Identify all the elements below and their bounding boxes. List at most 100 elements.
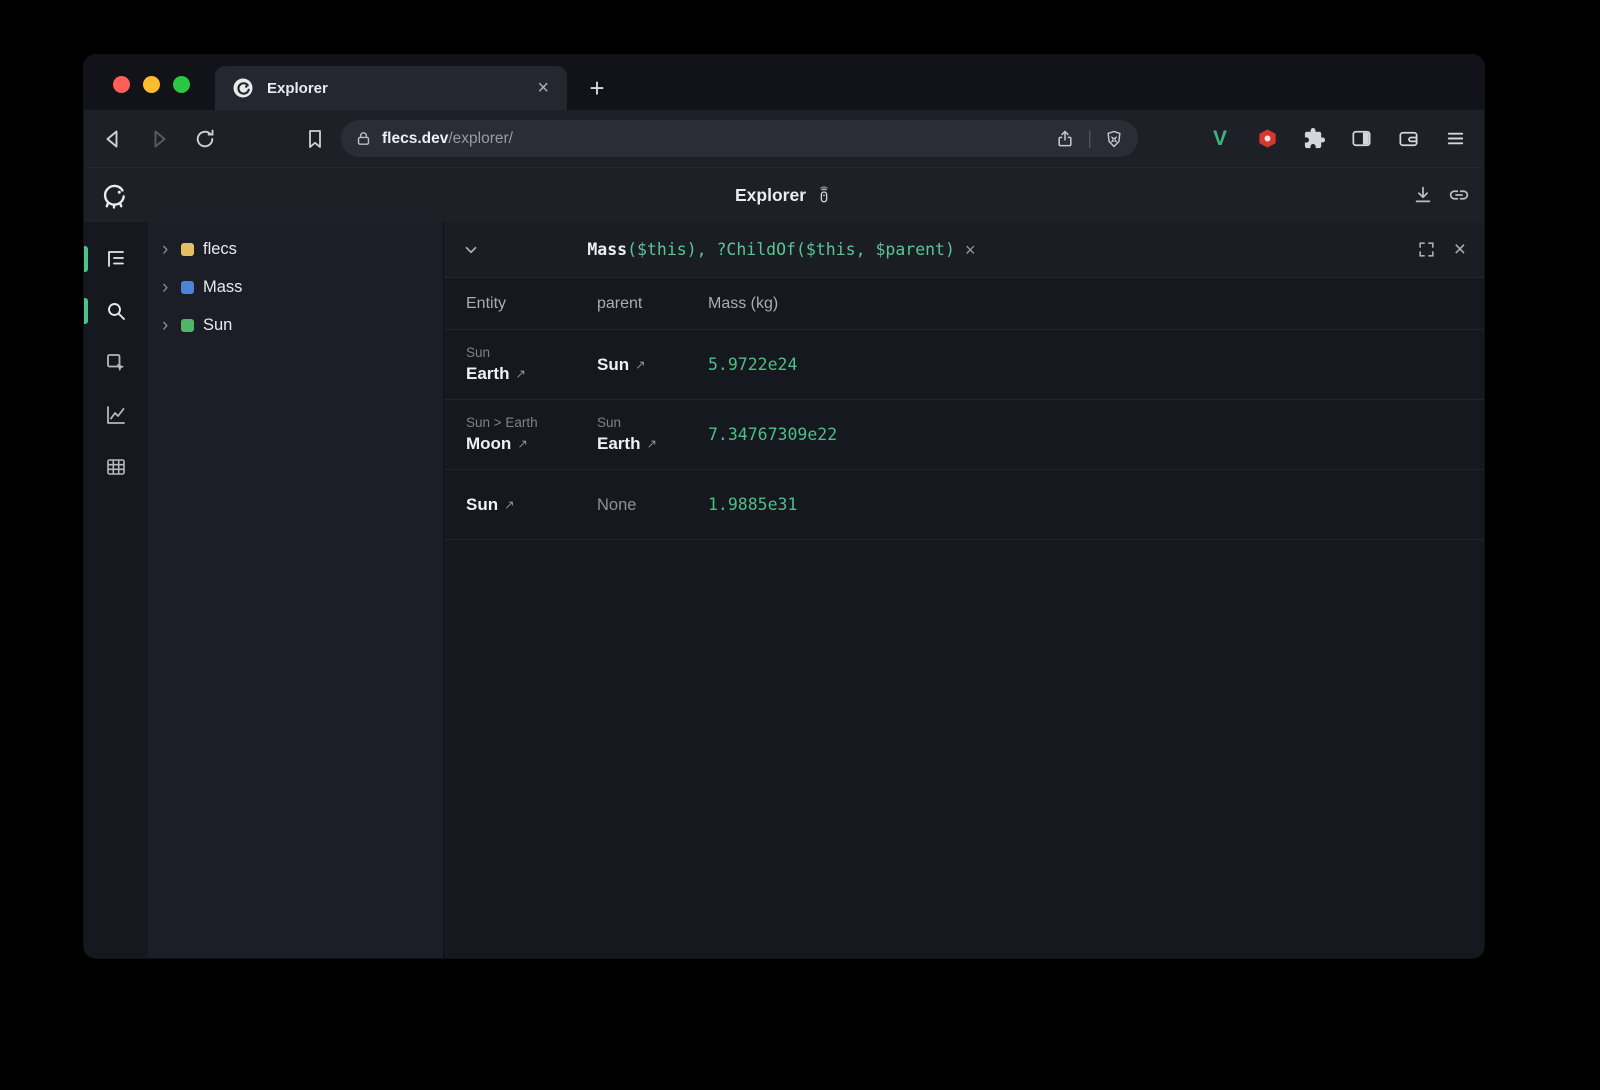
vue-devtools-icon[interactable]: V bbox=[1208, 127, 1232, 151]
browser-window: Explorer × + flecs.dev/explorer/ bbox=[84, 55, 1484, 958]
mass-value: 5.9722e24 bbox=[708, 355, 1484, 374]
entity-link[interactable]: Sun ↗ bbox=[466, 493, 597, 517]
entity-link[interactable]: Earth ↗ bbox=[466, 362, 597, 386]
entity-path: Sun > Earth bbox=[466, 413, 597, 432]
query-expression[interactable]: Mass($this), ?ChildOf($this, $parent) bbox=[488, 221, 955, 278]
expand-chevron-icon[interactable]: › bbox=[162, 240, 172, 259]
minimize-window-button[interactable] bbox=[143, 76, 160, 93]
traffic-lights bbox=[113, 76, 190, 93]
table-row: Sun Earth ↗ Sun ↗ 5.9722e24 bbox=[444, 330, 1484, 400]
entity-cell: Sun Earth ↗ bbox=[466, 343, 597, 386]
app-title-text: Explorer bbox=[735, 185, 806, 206]
expand-chevron-icon[interactable]: › bbox=[162, 316, 172, 335]
tree-item-label: Sun bbox=[203, 316, 232, 335]
brave-shield-icon[interactable] bbox=[1104, 129, 1124, 149]
inspector-icon[interactable] bbox=[104, 351, 128, 375]
query-token: ($this), bbox=[627, 240, 716, 259]
url-path: /explorer/ bbox=[448, 130, 513, 147]
download-icon[interactable] bbox=[1412, 184, 1434, 206]
menu-icon[interactable] bbox=[1444, 127, 1467, 150]
entity-name: Earth bbox=[466, 362, 509, 386]
new-tab-button[interactable]: + bbox=[583, 75, 611, 101]
desktop-background: Explorer × + flecs.dev/explorer/ bbox=[0, 0, 1600, 1090]
close-window-button[interactable] bbox=[113, 76, 130, 93]
wallet-icon[interactable] bbox=[1397, 127, 1420, 150]
entity-cell: Sun ↗ bbox=[466, 493, 597, 517]
expand-chevron-icon[interactable]: › bbox=[162, 278, 172, 297]
entity-color-swatch bbox=[181, 319, 194, 332]
tab-strip: Explorer × + bbox=[84, 55, 1484, 110]
column-header-parent: parent bbox=[597, 295, 708, 313]
entity-link[interactable]: Moon ↗ bbox=[466, 432, 597, 456]
query-token: Mass bbox=[587, 240, 627, 259]
reload-icon[interactable] bbox=[193, 127, 217, 151]
entity-name: Sun bbox=[466, 493, 498, 517]
back-icon[interactable] bbox=[101, 127, 125, 151]
parent-cell: Sun ↗ bbox=[597, 353, 708, 377]
parent-cell: None bbox=[597, 493, 708, 517]
external-link-icon: ↗ bbox=[504, 493, 514, 517]
extension-cluster: V bbox=[1208, 127, 1467, 151]
zoom-window-button[interactable] bbox=[173, 76, 190, 93]
active-indicator-search bbox=[84, 298, 88, 324]
share-icon[interactable] bbox=[1055, 129, 1075, 149]
app-title: Explorer bbox=[735, 185, 833, 206]
table-row: Sun ↗ None 1.9885e31 bbox=[444, 470, 1484, 540]
query-panel: Mass($this), ?ChildOf($this, $parent) × … bbox=[444, 222, 1484, 958]
external-link-icon: ↗ bbox=[517, 432, 527, 456]
entities-tree-icon[interactable] bbox=[104, 247, 128, 271]
chevron-down-icon[interactable] bbox=[462, 241, 480, 259]
entity-tree-panel: › flecs › Mass › Sun bbox=[148, 222, 444, 958]
browser-tab[interactable]: Explorer × bbox=[215, 66, 567, 110]
parent-path: Sun bbox=[597, 413, 708, 432]
external-link-icon: ↗ bbox=[646, 432, 656, 456]
lock-icon bbox=[355, 130, 372, 147]
remote-icon bbox=[815, 186, 833, 204]
column-header-entity: Entity bbox=[466, 295, 597, 313]
app-header-actions bbox=[1412, 184, 1470, 206]
app-header: Explorer bbox=[84, 167, 1484, 222]
tables-grid-icon[interactable] bbox=[104, 455, 128, 479]
extension-hex-icon[interactable] bbox=[1256, 127, 1279, 150]
browser-toolbar: flecs.dev/explorer/ | V bbox=[84, 110, 1484, 167]
url-domain: flecs.dev bbox=[382, 130, 448, 147]
parent-link[interactable]: Sun ↗ bbox=[597, 353, 708, 377]
url-bar[interactable]: flecs.dev/explorer/ | bbox=[341, 120, 1138, 157]
link-icon[interactable] bbox=[1448, 184, 1470, 206]
tab-title: Explorer bbox=[267, 80, 535, 97]
clear-query-icon[interactable]: × bbox=[965, 241, 976, 259]
parent-cell: Sun Earth ↗ bbox=[597, 413, 708, 456]
url-text: flecs.dev/explorer/ bbox=[382, 130, 1055, 148]
mass-value: 1.9885e31 bbox=[708, 495, 1484, 514]
tree-item-flecs[interactable]: › flecs bbox=[148, 230, 443, 268]
extensions-puzzle-icon[interactable] bbox=[1303, 127, 1326, 150]
parent-name: Sun bbox=[597, 353, 629, 377]
bookmark-icon[interactable] bbox=[303, 127, 327, 151]
query-search-icon[interactable] bbox=[104, 299, 128, 323]
parent-link[interactable]: Earth ↗ bbox=[597, 432, 708, 456]
tree-item-label: Mass bbox=[203, 278, 242, 297]
forward-icon[interactable] bbox=[147, 127, 171, 151]
tree-item-label: flecs bbox=[203, 240, 237, 259]
icon-rail bbox=[84, 222, 148, 958]
fullscreen-icon[interactable] bbox=[1417, 240, 1436, 259]
close-panel-icon[interactable]: × bbox=[1454, 239, 1466, 260]
flecs-favicon-icon bbox=[231, 76, 255, 100]
parent-name: None bbox=[597, 493, 636, 517]
results-table-header: Entity parent Mass (kg) bbox=[444, 278, 1484, 330]
flecs-logo-icon bbox=[99, 180, 129, 210]
sidebar-toggle-icon[interactable] bbox=[1350, 127, 1373, 150]
statistics-chart-icon[interactable] bbox=[104, 403, 128, 427]
tree-item-mass[interactable]: › Mass bbox=[148, 268, 443, 306]
external-link-icon: ↗ bbox=[515, 362, 525, 386]
tab-close-icon[interactable]: × bbox=[535, 78, 551, 98]
mass-value: 7.34767309e22 bbox=[708, 425, 1484, 444]
entity-cell: Sun > Earth Moon ↗ bbox=[466, 413, 597, 456]
query-token: ?ChildOf bbox=[717, 240, 796, 259]
entity-color-swatch bbox=[181, 281, 194, 294]
tree-item-sun[interactable]: › Sun bbox=[148, 306, 443, 344]
entity-path: Sun bbox=[466, 343, 597, 362]
entity-color-swatch bbox=[181, 243, 194, 256]
parent-none: None bbox=[597, 493, 708, 517]
app-body: › flecs › Mass › Sun Mass($ bbox=[84, 222, 1484, 958]
